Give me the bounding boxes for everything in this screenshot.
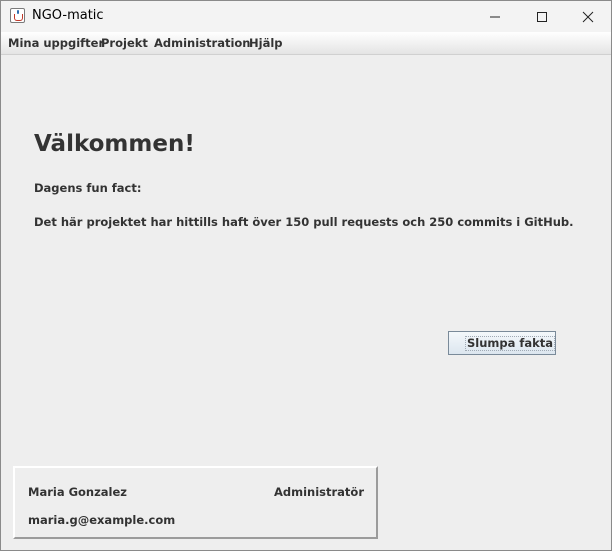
maximize-icon [537,12,547,22]
fun-fact-label: Dagens fun fact: [34,181,142,195]
random-fact-button[interactable]: Slumpa fakta [448,331,556,355]
window-title: NGO-matic [32,8,104,23]
minimize-icon [490,16,500,18]
fun-fact-text: Det här projektet har hittills haft över… [34,215,574,229]
main-panel: Välkommen! Dagens fun fact: Det här proj… [1,55,611,550]
welcome-heading: Välkommen! [34,131,195,157]
app-window: NGO-matic Mina uppgifter Projekt Adminis… [0,0,612,551]
maximize-button[interactable] [519,1,565,32]
random-fact-button-label: Slumpa fakta [465,336,556,351]
close-button[interactable] [565,1,611,32]
user-info-panel: Maria Gonzalez Administratör maria.g@exa… [13,466,378,539]
user-name: Maria Gonzalez [28,485,127,499]
menu-projekt[interactable]: Projekt [101,36,148,50]
title-bar[interactable]: NGO-matic [1,1,611,32]
close-icon [582,11,594,23]
menu-mina-uppgifter[interactable]: Mina uppgifter [8,36,104,50]
user-email: maria.g@example.com [28,513,176,527]
user-role: Administratör [273,485,364,499]
java-cup-icon [10,8,25,23]
minimize-button[interactable] [472,1,518,32]
menu-hjalp[interactable]: Hjälp [249,36,283,50]
menu-administration[interactable]: Administration [154,36,251,50]
menu-bar: Mina uppgifter Projekt Administration Hj… [1,32,611,55]
